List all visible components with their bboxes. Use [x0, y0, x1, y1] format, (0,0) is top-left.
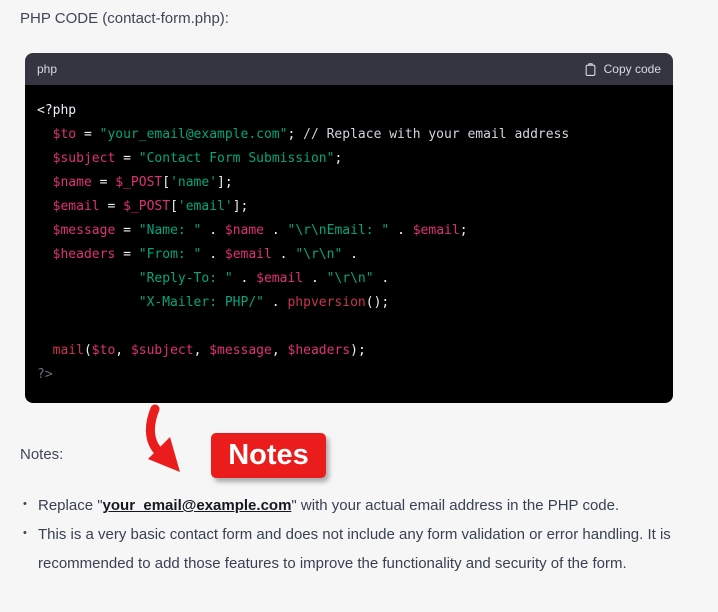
copy-code-button[interactable]: Copy code — [584, 62, 661, 77]
code-line: $to = "your_email@example.com"; // Repla… — [52, 127, 570, 142]
note-item: This is a very basic contact form and do… — [20, 519, 682, 578]
notes-list: Replace "your_email@example.com" with yo… — [20, 490, 682, 578]
code-line: mail($to, $subject, $message, $headers); — [52, 343, 366, 358]
page-title: PHP CODE (contact-form.php): — [20, 10, 229, 27]
code-line: $email = $_POST['email']; — [52, 199, 249, 214]
notes-section-label: Notes: — [20, 446, 64, 463]
code-line: $name = $_POST['name']; — [52, 175, 233, 190]
code-line: $headers = "From: " . $email . "\r\n" . — [52, 247, 358, 262]
code-language-label: php — [37, 62, 58, 76]
code-line: "Reply-To: " . $email . "\r\n" . — [138, 271, 390, 286]
code-line: <?php — [37, 103, 77, 118]
code-line: "X-Mailer: PHP/" . phpversion(); — [138, 295, 390, 310]
code-content: <?php $to = "your_email@example.com"; //… — [25, 85, 673, 403]
red-arrow-icon — [146, 404, 180, 472]
code-line: ?> — [37, 367, 53, 382]
note-item: Replace "your_email@example.com" with yo… — [20, 490, 682, 520]
code-line: $message = "Name: " . $name . "\r\nEmail… — [52, 223, 468, 238]
clipboard-icon — [584, 62, 597, 77]
copy-code-label: Copy code — [603, 62, 661, 76]
notes-callout-badge: Notes — [211, 433, 326, 478]
code-line: $subject = "Contact Form Submission"; — [52, 151, 343, 166]
code-block: php Copy code <?php $to = "your_email@ex… — [25, 53, 673, 403]
email-link[interactable]: your_email@example.com — [103, 497, 292, 514]
code-block-header: php Copy code — [25, 53, 673, 85]
